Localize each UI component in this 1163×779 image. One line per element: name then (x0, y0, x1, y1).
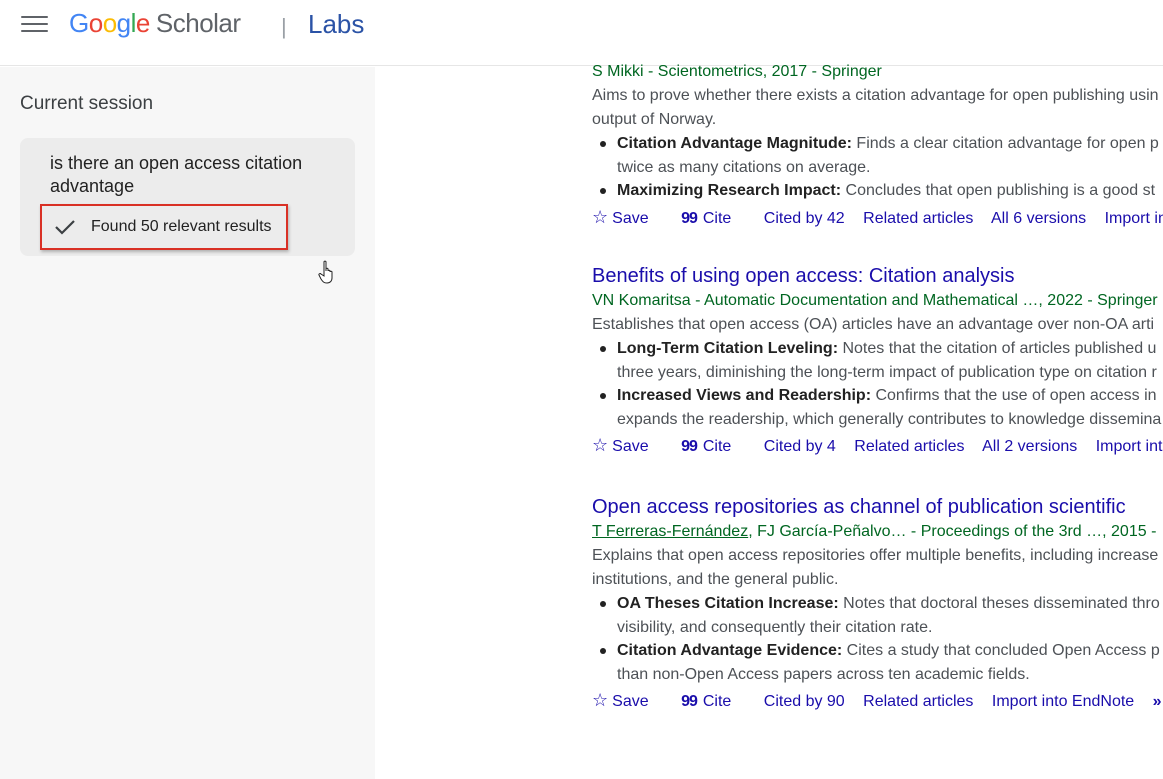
result-bullet: Increased Views and Readership: Confirms… (592, 384, 1163, 431)
labs-label[interactable]: Labs (308, 9, 364, 40)
save-label: Save (612, 438, 649, 455)
header-separator: | (281, 14, 287, 39)
save-button[interactable]: ☆ Save (592, 206, 663, 227)
bullet-text: Cites a study that concluded Open Access… (842, 642, 1160, 659)
results-status-text: Found 50 relevant results (91, 218, 272, 235)
google-scholar-logo[interactable]: Google Scholar (69, 8, 241, 39)
bullet-text: Finds a clear citation advantage for ope… (851, 135, 1159, 152)
bullet-label: Increased Views and Readership: (617, 387, 872, 404)
star-icon: ☆ (592, 206, 609, 227)
cited-by-link[interactable]: Cited by 90 (764, 693, 845, 710)
result-snippet-line: Aims to prove whether there exists a cit… (592, 87, 1159, 104)
result-title[interactable]: Open access repositories as channel of p… (592, 494, 1163, 520)
versions-link[interactable]: All 6 versions (991, 210, 1086, 227)
top-header: Google Scholar | Labs (0, 0, 1163, 66)
result-item: Open access repositories as channel of p… (592, 494, 1163, 714)
bullet-label: Citation Advantage Evidence: (617, 642, 843, 659)
related-articles-link[interactable]: Related articles (854, 438, 964, 455)
bullet-text: than non-Open Access papers across ten a… (617, 665, 1030, 683)
cite-label: Cite (702, 693, 732, 710)
logo-letter: G (69, 8, 89, 38)
bullet-text: three years, diminishing the long-term i… (617, 363, 1157, 381)
bullet-label: Maximizing Research Impact: (617, 182, 842, 199)
result-bullet: Long-Term Citation Leveling: Notes that … (592, 337, 1163, 384)
bullet-text: visibility, and consequently their citat… (617, 618, 933, 636)
related-articles-link[interactable]: Related articles (863, 693, 973, 710)
save-button[interactable]: ☆ Save (592, 435, 663, 455)
session-query-card[interactable]: is there an open access citation advanta… (20, 138, 355, 256)
star-icon: ☆ (592, 435, 609, 455)
quote-icon: 99 (681, 209, 698, 227)
session-sidebar: Current session is there an open access … (0, 67, 375, 779)
quote-icon: 99 (681, 693, 698, 710)
result-bullet: Citation Advantage Magnitude: Finds a cl… (592, 132, 1163, 179)
import-link[interactable]: Import into EndNote (992, 693, 1134, 710)
more-actions-icon[interactable]: » (1153, 693, 1162, 710)
result-source: , FJ García-Peñalvo… - Proceedings of th… (748, 523, 1157, 540)
related-articles-link[interactable]: Related articles (863, 210, 973, 227)
cited-by-link[interactable]: Cited by 42 (764, 210, 845, 227)
logo-letter: g (116, 8, 131, 38)
versions-link[interactable]: All 2 versions (982, 438, 1077, 455)
bullet-label: Citation Advantage Magnitude: (617, 135, 852, 152)
result-actions: ☆ Save 99 Cite Cited by 42 Related article… (592, 205, 1163, 231)
star-icon: ☆ (592, 690, 609, 710)
result-bullet: Maximizing Research Impact: Concludes th… (592, 179, 1163, 203)
save-label: Save (612, 209, 649, 227)
quote-icon: 99 (681, 438, 698, 455)
hamburger-menu-icon[interactable] (21, 16, 48, 36)
result-snippet-line: output of Norway. (592, 111, 717, 128)
logo-letter: o (102, 8, 117, 38)
bullet-label: OA Theses Citation Increase: (617, 595, 839, 612)
result-authors: T Ferreras-Fernández, FJ García-Peñalvo…… (592, 520, 1163, 544)
cite-button[interactable]: 99 Cite (681, 210, 745, 227)
result-item: Benefits of using open access: Citation … (592, 263, 1163, 459)
result-actions: ☆ Save 99 Cite Cited by 90 Related article… (592, 688, 1163, 714)
result-snippet-line: Establishes that open access (OA) articl… (592, 316, 1155, 333)
hand-pointer-icon (318, 260, 333, 284)
bullet-label: Long-Term Citation Leveling: (617, 340, 839, 357)
result-bullet: Citation Advantage Evidence: Cites a stu… (592, 639, 1163, 686)
check-icon (55, 220, 75, 235)
result-actions: ☆ Save 99 Cite Cited by 4 Related articles… (592, 433, 1163, 459)
result-bullet: OA Theses Citation Increase: Notes that … (592, 592, 1163, 639)
cite-label: Cite (702, 209, 732, 227)
author-link[interactable]: T Ferreras-Fernández (592, 523, 748, 540)
result-snippet-line: Explains that open access repositories o… (592, 547, 1159, 564)
bullet-text: Notes that doctoral theses disseminated … (838, 595, 1160, 612)
cite-button[interactable]: 99 Cite (681, 438, 745, 455)
logo-product: Scholar (155, 8, 241, 38)
session-heading: Current session (20, 93, 154, 114)
bullet-text: twice as many citations on average. (617, 158, 871, 176)
import-link[interactable]: Import into E (1105, 210, 1163, 227)
session-query-text: is there an open access citation advanta… (50, 153, 303, 196)
bullet-text: Notes that the citation of articles publ… (838, 340, 1157, 357)
result-snippet-line: institutions, and the general public. (592, 571, 839, 588)
cite-label: Cite (702, 438, 732, 455)
results-status-box: Found 50 relevant results (40, 204, 288, 250)
bullet-text: expands the readership, which generally … (617, 410, 1162, 428)
result-item: S Mikki - Scientometrics, 2017 - Springe… (592, 60, 1163, 231)
save-label: Save (612, 693, 649, 710)
import-link[interactable]: Import into En (1096, 438, 1163, 455)
cite-button[interactable]: 99 Cite (681, 693, 745, 710)
cited-by-link[interactable]: Cited by 4 (764, 438, 836, 455)
result-title[interactable]: Benefits of using open access: Citation … (592, 263, 1163, 289)
save-button[interactable]: ☆ Save (592, 690, 663, 710)
bullet-text: Concludes that open publishing is a good… (841, 182, 1156, 199)
logo-letter: o (88, 8, 103, 38)
result-authors[interactable]: VN Komaritsa - Automatic Documentation a… (592, 289, 1163, 313)
logo-letter: e (135, 8, 150, 38)
result-authors[interactable]: S Mikki - Scientometrics, 2017 - Springe… (592, 60, 1163, 84)
bullet-text: Confirms that the use of open access in (871, 387, 1157, 404)
